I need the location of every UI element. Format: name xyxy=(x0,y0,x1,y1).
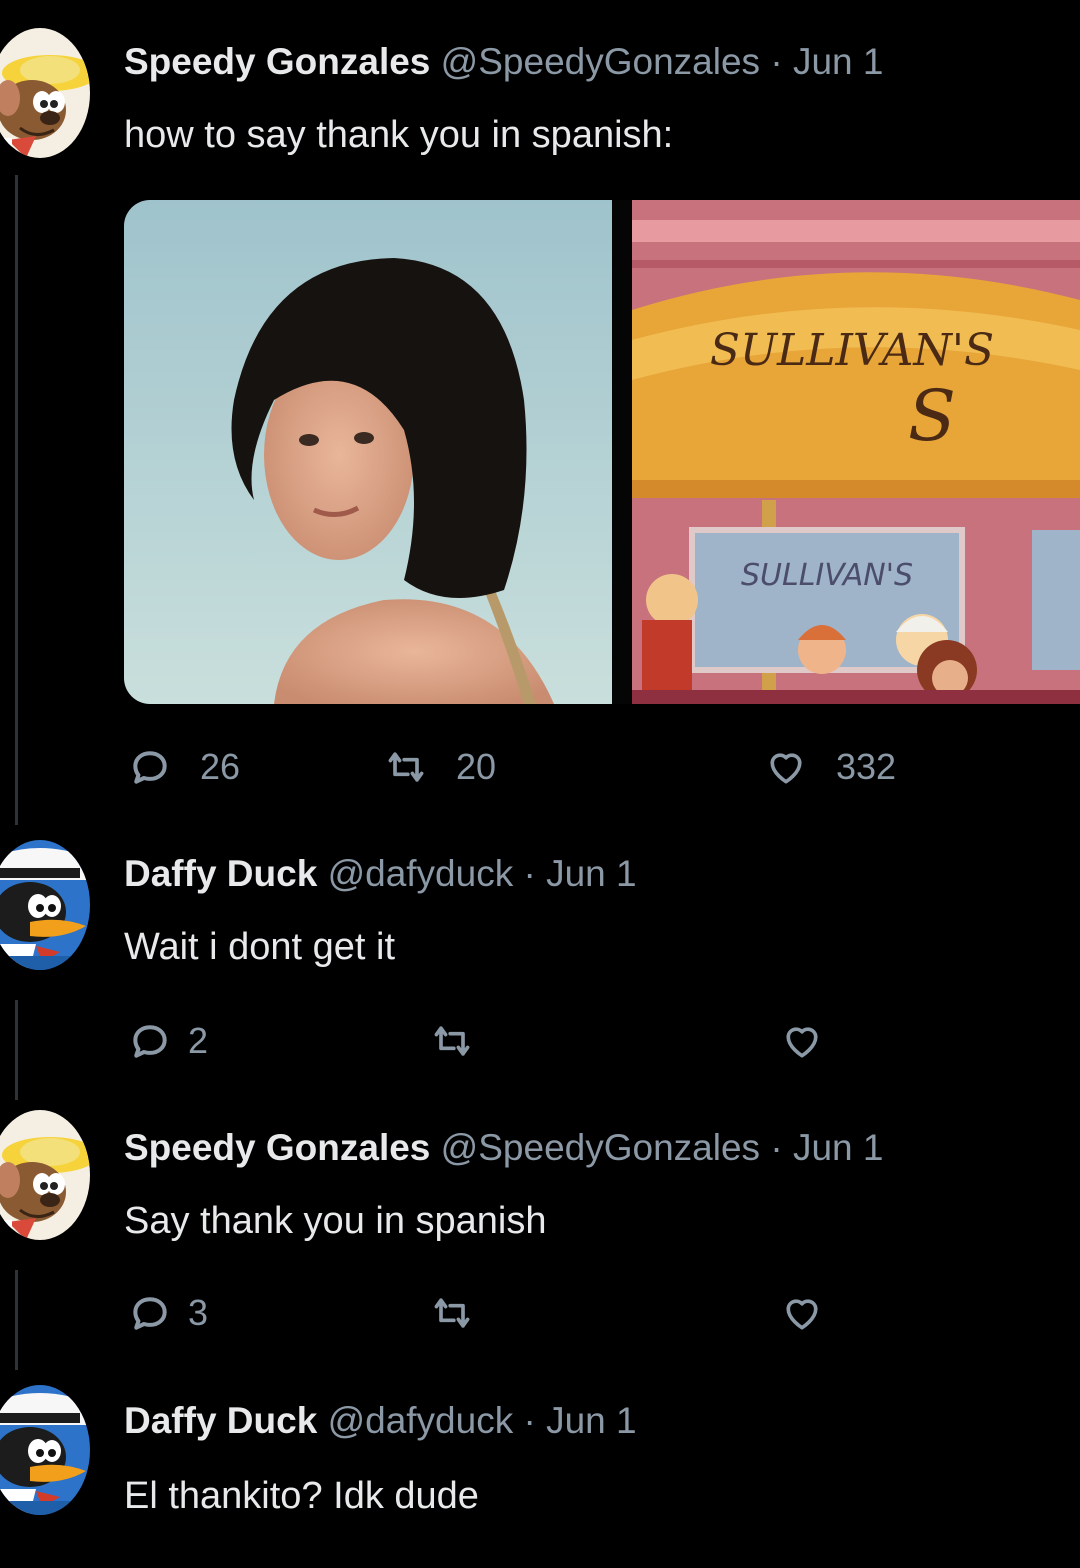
tweet-header: Daffy Duck @dafyduck · Jun 1 xyxy=(124,1399,637,1443)
heart-icon xyxy=(786,1299,818,1330)
tweet-actions: 26 20 332 xyxy=(124,742,1024,792)
tweet-date[interactable]: Jun 1 xyxy=(546,853,637,894)
daffy-duck-avatar[interactable] xyxy=(0,840,90,970)
reply-count: 2 xyxy=(188,1020,209,1061)
cartoon-storefront-sullivans[interactable]: SULLIVAN'S S SULLIVAN'S xyxy=(632,200,1080,704)
speedy-gonzales-avatar[interactable] xyxy=(0,28,90,158)
tweet[interactable]: Speedy Gonzales @SpeedyGonzales · Jun 1 … xyxy=(0,1100,1080,1375)
retweet-icon xyxy=(434,1298,470,1328)
sign-text: SULLIVAN'S xyxy=(710,325,994,376)
tweet[interactable]: Daffy Duck @dafyduck · Jun 1 El thankito… xyxy=(0,1375,1080,1568)
reply-button[interactable]: 3 xyxy=(128,1288,208,1338)
tweet-header: Speedy Gonzales @SpeedyGonzales · Jun 1 xyxy=(124,1126,883,1170)
separator: · xyxy=(770,1127,783,1168)
tweet[interactable]: Speedy Gonzales @SpeedyGonzales · Jun 1 … xyxy=(0,0,1080,830)
heart-icon xyxy=(770,753,802,784)
author-name[interactable]: Speedy Gonzales xyxy=(124,1127,430,1168)
separator: · xyxy=(523,853,536,894)
author-handle[interactable]: @SpeedyGonzales xyxy=(441,1127,760,1168)
tweet-text: Say thank you in spanish xyxy=(124,1200,547,1242)
tweet-date[interactable]: Jun 1 xyxy=(793,41,884,82)
author-handle[interactable]: @dafyduck xyxy=(328,1400,514,1441)
tweet-text: El thankito? Idk dude xyxy=(124,1475,479,1517)
reply-icon xyxy=(133,1025,167,1058)
reply-button[interactable]: 26 xyxy=(128,742,240,792)
retweet-button[interactable] xyxy=(430,1288,474,1338)
reply-icon xyxy=(133,751,167,784)
reply-count: 26 xyxy=(200,746,241,787)
speedy-gonzales-avatar[interactable] xyxy=(0,1110,90,1240)
retweet-count: 20 xyxy=(456,746,497,787)
author-name[interactable]: Daffy Duck xyxy=(124,1400,317,1441)
photo-woman-short-dark-hair[interactable] xyxy=(124,200,612,704)
retweet-icon xyxy=(434,1026,470,1056)
reply-button[interactable]: 2 xyxy=(128,1016,208,1066)
author-handle[interactable]: @SpeedyGonzales xyxy=(441,41,760,82)
heart-icon xyxy=(786,1027,818,1058)
like-button[interactable] xyxy=(780,1016,824,1066)
tweet-text: how to say thank you in spanish: xyxy=(124,114,674,156)
tweet-actions: 2 xyxy=(124,1016,1024,1066)
like-count: 332 xyxy=(836,746,897,787)
timeline: Speedy Gonzales @SpeedyGonzales · Jun 1 … xyxy=(0,0,1080,1568)
tweet-text: Wait i dont get it xyxy=(124,926,396,968)
separator: · xyxy=(770,41,783,82)
tweet-media[interactable]: SULLIVAN'S S SULLIVAN'S xyxy=(124,200,1080,704)
sign-letter: S xyxy=(908,375,956,457)
tweet-header: Daffy Duck @dafyduck · Jun 1 xyxy=(124,852,637,896)
tweet[interactable]: Daffy Duck @dafyduck · Jun 1 Wait i dont… xyxy=(0,830,1080,1100)
tweet-actions: 3 xyxy=(124,1288,1024,1338)
author-name[interactable]: Speedy Gonzales xyxy=(124,41,430,82)
reply-icon xyxy=(133,1297,167,1330)
like-button[interactable] xyxy=(780,1288,824,1338)
separator: · xyxy=(523,1400,536,1441)
tweet-header: Speedy Gonzales @SpeedyGonzales · Jun 1 xyxy=(124,40,883,84)
media-divider xyxy=(612,200,632,704)
reply-count: 3 xyxy=(188,1292,209,1333)
window-text: SULLIVAN'S xyxy=(741,558,913,593)
like-button[interactable]: 332 xyxy=(764,742,896,792)
retweet-icon xyxy=(388,752,424,782)
tweet-date[interactable]: Jun 1 xyxy=(793,1127,884,1168)
tweet-date[interactable]: Jun 1 xyxy=(546,1400,637,1441)
retweet-button[interactable]: 20 xyxy=(384,742,496,792)
retweet-button[interactable] xyxy=(430,1016,474,1066)
author-name[interactable]: Daffy Duck xyxy=(124,853,317,894)
author-handle[interactable]: @dafyduck xyxy=(328,853,514,894)
daffy-duck-avatar[interactable] xyxy=(0,1385,90,1515)
